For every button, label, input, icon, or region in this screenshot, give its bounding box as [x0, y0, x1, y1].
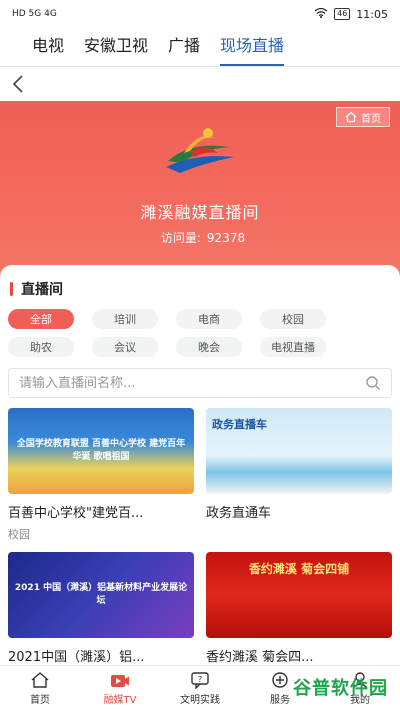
back-button[interactable] [8, 73, 30, 95]
network-status: HD 5G 4G [12, 9, 57, 19]
clock: 11:05 [356, 7, 388, 21]
category-gala[interactable]: 晚会 [176, 337, 242, 357]
live-room-thumbnail: 2021 中国（濉溪）铝基新材料产业发展论坛 [8, 552, 194, 638]
nav-media-tv[interactable]: 融媒TV [80, 666, 160, 711]
nav-service-label: 服务 [270, 695, 290, 706]
nav-civilization-practice[interactable]: ? 文明实践 [160, 666, 240, 711]
home-icon [345, 111, 357, 123]
live-room-name: 百善中心学校"建党百... [8, 506, 144, 521]
service-icon [272, 672, 288, 688]
tab-tv[interactable]: 电视 [32, 32, 64, 66]
section-marker [10, 282, 13, 296]
thumbnail-text: 2021 中国（濉溪）铝基新材料产业发展论坛 [14, 583, 188, 606]
wifi-icon [314, 7, 328, 21]
live-room-thumbnail: 香约濉溪 菊会四铺 [206, 552, 392, 638]
section-header: 直播间 [10, 279, 63, 299]
search-bar [8, 368, 392, 398]
content-card: 直播间 全部 培训 电商 校园 助农 会议 晚会 电视直播 全国学校教育联盟 百… [0, 265, 400, 665]
watermark-logo: 谷普软件园 [293, 678, 388, 699]
live-room-thumbnail: 全国学校教育联盟 百善中心学校 建党百年华诞 歌唱祖国 [8, 408, 194, 494]
live-room-card[interactable]: 2021 中国（濉溪）铝基新材料产业发展论坛 2021中国（濉溪）铝... [8, 552, 194, 665]
tab-live[interactable]: 现场直播 [220, 32, 285, 66]
visits-value: 92378 [206, 231, 246, 245]
category-training[interactable]: 培训 [92, 309, 158, 329]
nav-civilization-practice-label: 文明实践 [180, 695, 220, 706]
thumbnail-text: 香约濉溪 菊会四铺 [248, 562, 350, 576]
thumbnail-text: 全国学校教育联盟 百善中心学校 建党百年华诞 歌唱祖国 [16, 439, 186, 462]
status-bar: HD 5G 4G 46 11:05 [0, 0, 400, 28]
visit-count: 访问量: 92378 [0, 229, 400, 246]
chevron-left-icon [12, 75, 23, 93]
back-bar [0, 67, 400, 101]
category-tv-live[interactable]: 电视直播 [260, 337, 326, 357]
thumbnail-text: 政务直播车 [212, 418, 267, 431]
search-icon[interactable] [365, 375, 381, 391]
section-title: 直播间 [21, 282, 63, 298]
live-room-card[interactable]: 香约濉溪 菊会四铺 香约濉溪 菊会四... [206, 552, 392, 665]
category-ecommerce[interactable]: 电商 [176, 309, 242, 329]
hero-banner: 首页 濉溪融媒直播间 访问量: 92378 [0, 101, 400, 281]
svg-text:?: ? [198, 675, 202, 684]
nav-media-tv-label: 融媒TV [103, 695, 137, 706]
visits-label: 访问量: [160, 231, 201, 245]
category-farm-aid[interactable]: 助农 [8, 337, 74, 357]
tv-play-icon [111, 675, 129, 687]
category-meeting[interactable]: 会议 [92, 337, 158, 357]
tab-anhui-satellite[interactable]: 安徽卫视 [84, 32, 148, 66]
live-room-card[interactable]: 政务直播车 政务直通车 [206, 408, 392, 542]
live-room-name: 2021中国（濉溪）铝... [8, 650, 145, 665]
chat-icon: ? [191, 672, 209, 689]
live-room-title: 濉溪融媒直播间 [140, 203, 260, 222]
home-button[interactable]: 首页 [336, 107, 390, 127]
nav-home[interactable]: 首页 [0, 666, 80, 711]
category-all[interactable]: 全部 [8, 309, 74, 329]
live-room-grid: 全国学校教育联盟 百善中心学校 建党百年华诞 歌唱祖国 百善中心学校"建党百..… [8, 408, 392, 665]
home-icon [31, 672, 49, 688]
logo-icon [166, 128, 234, 173]
live-room-name: 香约濉溪 菊会四... [206, 650, 314, 665]
tab-radio[interactable]: 广播 [168, 32, 200, 66]
live-room-name: 政务直通车 [206, 506, 272, 521]
channel-tabs: 电视 安徽卫视 广播 现场直播 [0, 32, 400, 66]
home-label: 首页 [361, 113, 381, 125]
live-room-thumbnail: 政务直播车 [206, 408, 392, 494]
nav-home-label: 首页 [30, 695, 50, 706]
live-room-tag: 校园 [8, 528, 30, 541]
category-filter: 全部 培训 电商 校园 助农 会议 晚会 电视直播 [8, 309, 392, 357]
category-campus[interactable]: 校园 [260, 309, 326, 329]
battery-indicator: 46 [334, 8, 351, 20]
search-input[interactable] [19, 375, 365, 391]
live-room-card[interactable]: 全国学校教育联盟 百善中心学校 建党百年华诞 歌唱祖国 百善中心学校"建党百..… [8, 408, 194, 542]
